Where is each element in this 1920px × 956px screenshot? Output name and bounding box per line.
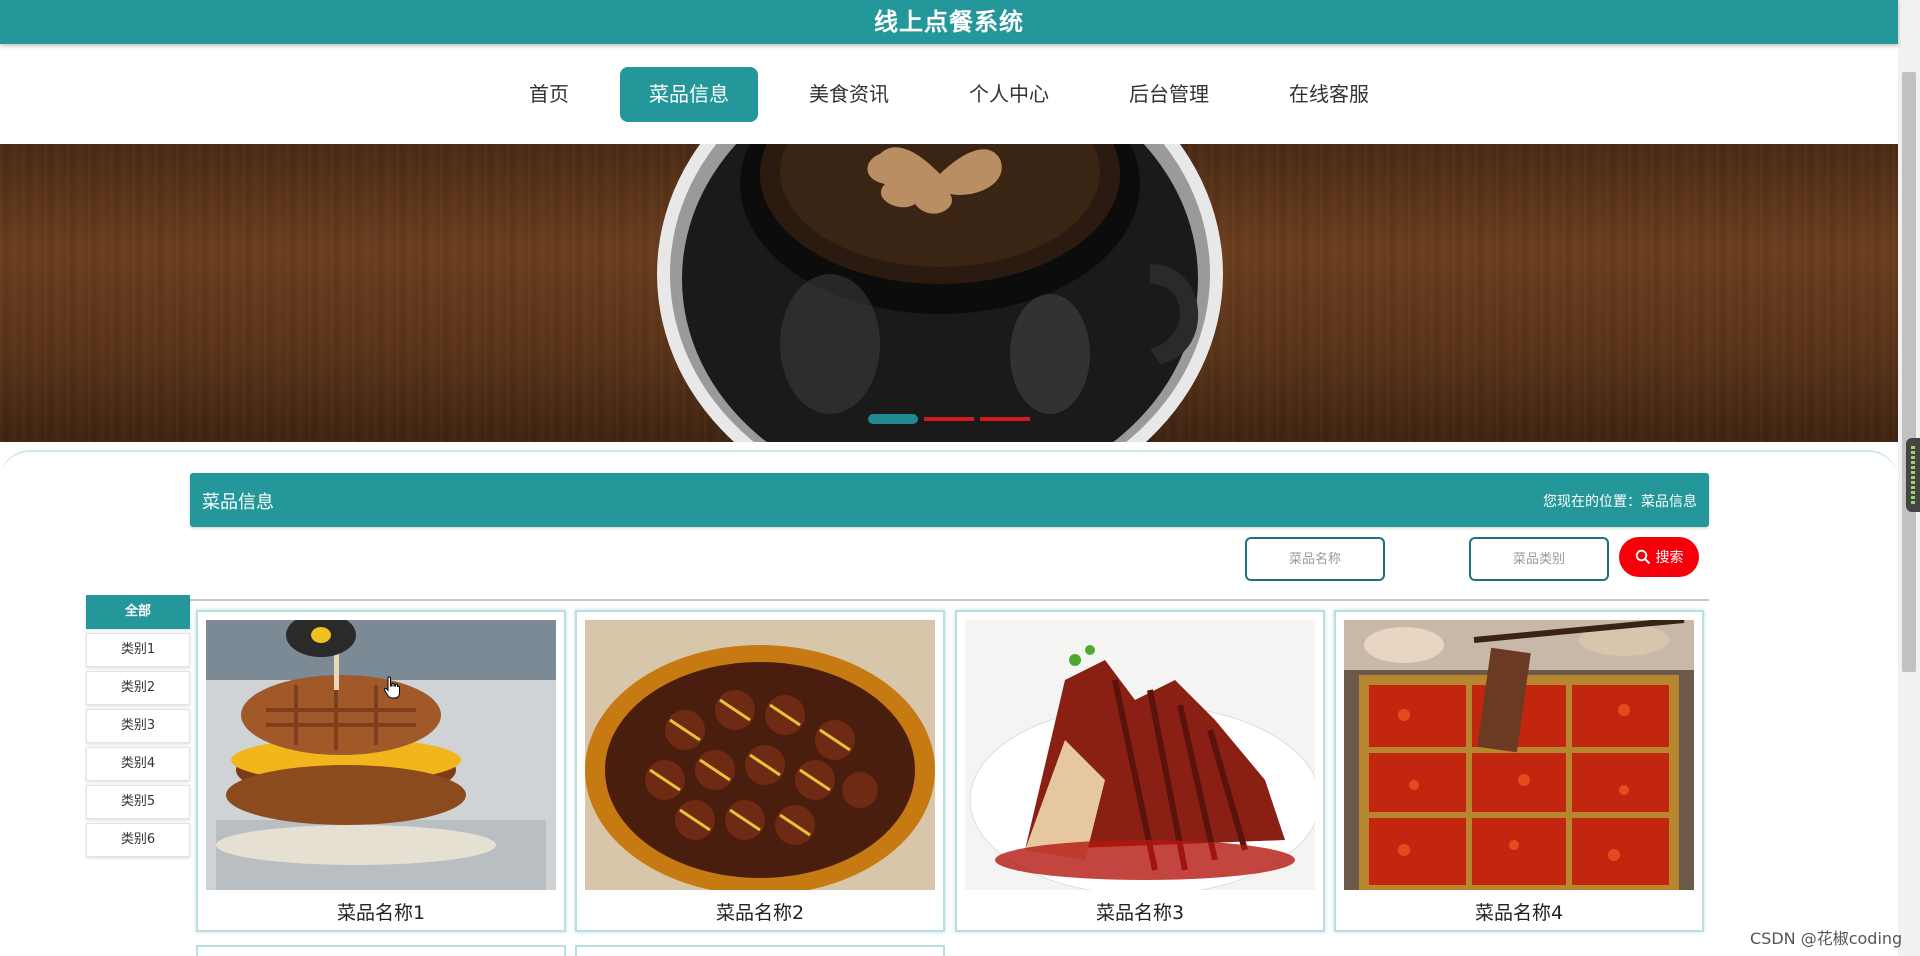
watermark: CSDN @花椒coding [1750,929,1903,948]
dish-card[interactable]: 菜品名称4 [1334,610,1704,932]
search-button[interactable]: 搜索 [1619,537,1699,577]
nav-item-personal-center[interactable]: 个人中心 [940,67,1078,122]
nav-item-online-service[interactable]: 在线客服 [1260,67,1398,122]
category-item[interactable]: 类别3 [86,709,190,743]
breadcrumb: 您现在的位置：菜品信息 [1543,494,1697,510]
banner-carousel[interactable] [0,144,1898,442]
category-all[interactable]: 全部 [86,595,190,629]
nav-item-food-news[interactable]: 美食资讯 [780,67,918,122]
dish-image [1344,620,1694,890]
dish-name: 菜品名称2 [715,902,805,924]
dish-name: 菜品名称1 [336,902,426,924]
category-item[interactable]: 类别4 [86,747,190,781]
search-button-label: 搜索 [1655,550,1684,566]
category-item[interactable]: 类别2 [86,671,190,705]
site-title: 线上点餐系统 [874,8,1024,36]
dish-name: 菜品名称3 [1095,902,1185,924]
dish-card-next-row[interactable] [196,945,566,956]
nav-item-admin[interactable]: 后台管理 [1100,67,1238,122]
category-item[interactable]: 类别1 [86,633,190,667]
carousel-dot-2[interactable] [924,417,974,421]
dish-card-next-row[interactable] [575,945,945,956]
divider [190,599,1709,601]
search-icon [1635,549,1650,565]
section-title: 菜品信息 [202,492,274,513]
page: 线上点餐系统 首页 菜品信息 美食资讯 个人中心 后台管理 在线客服 菜品信息 … [0,0,1920,956]
dish-card[interactable]: 菜品名称1 [196,610,566,932]
side-widget-tab[interactable] [1906,438,1920,512]
category-item[interactable]: 类别6 [86,823,190,857]
carousel-dot-1[interactable] [868,414,918,424]
carousel-dot-3[interactable] [980,417,1030,421]
nav-item-dishes[interactable]: 菜品信息 [620,66,758,122]
dish-card[interactable]: 菜品名称3 [955,610,1325,932]
coffee-cup-image [657,144,1223,442]
dish-image [965,620,1315,890]
scrollbar-thumb[interactable] [1902,72,1916,672]
dish-image [206,620,556,890]
main-nav: 首页 菜品信息 美食资讯 个人中心 后台管理 在线客服 [0,44,1898,144]
category-list: 全部 类别1 类别2 类别3 类别4 类别5 类别6 [86,595,190,861]
nav-item-home[interactable]: 首页 [500,67,598,122]
category-item[interactable]: 类别5 [86,785,190,819]
dish-card[interactable]: 菜品名称2 [575,610,945,932]
top-header-bar: 线上点餐系统 [0,0,1898,44]
dish-image [585,620,935,890]
section-header: 菜品信息 您现在的位置：菜品信息 [190,473,1709,527]
dish-name-input[interactable] [1245,537,1385,581]
dish-name: 菜品名称4 [1474,902,1564,924]
carousel-indicators [868,414,1030,424]
hand-cursor-icon [383,676,400,699]
dish-category-input[interactable] [1469,537,1609,581]
